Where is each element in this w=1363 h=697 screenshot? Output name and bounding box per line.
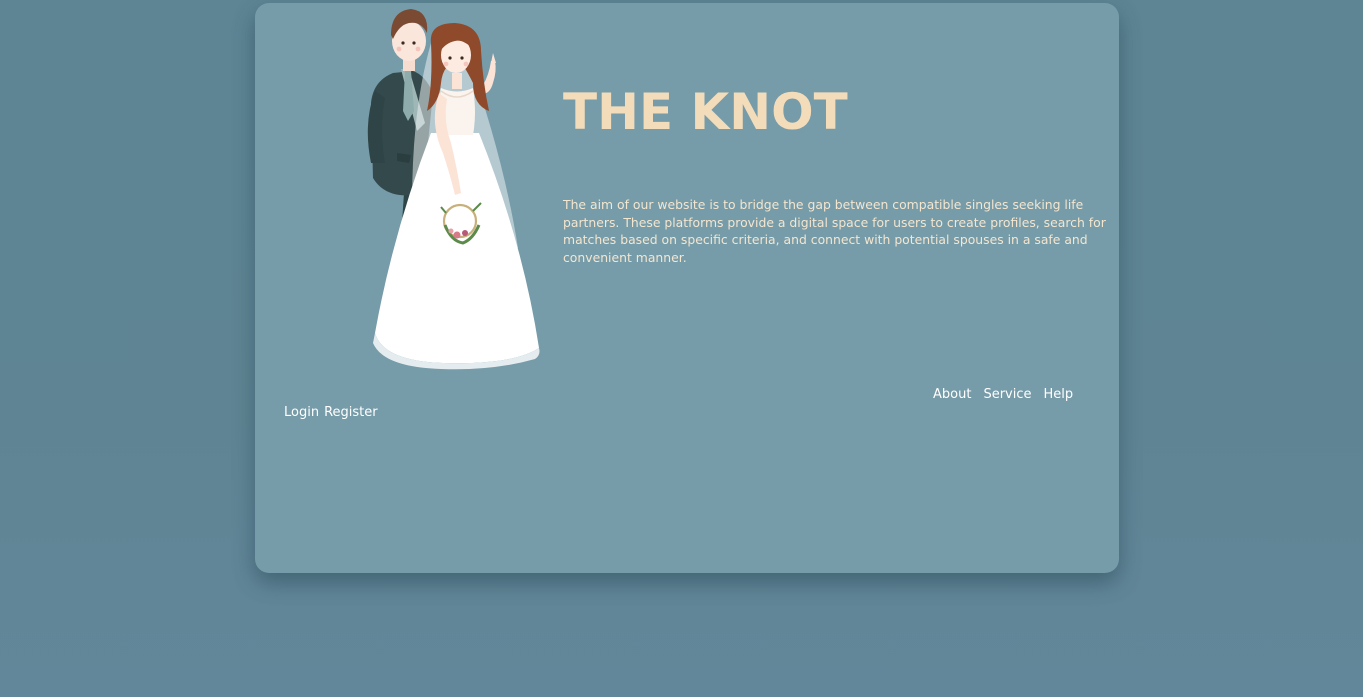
wedding-couple-illustration	[367, 9, 540, 370]
top-nav: About Service Help	[933, 387, 1073, 402]
login-link[interactable]: Login	[284, 405, 319, 420]
nav-help-link[interactable]: Help	[1043, 387, 1073, 402]
nav-service-link[interactable]: Service	[983, 387, 1031, 402]
site-description: The aim of our website is to bridge the …	[563, 197, 1106, 265]
site-title: THE KNOT	[563, 83, 848, 141]
nav-about-link[interactable]: About	[933, 387, 971, 402]
register-link[interactable]: Register	[324, 405, 378, 420]
hero-card: THE KNOT The aim of our website is to br…	[255, 3, 1119, 573]
auth-nav: Login Register	[284, 405, 378, 420]
